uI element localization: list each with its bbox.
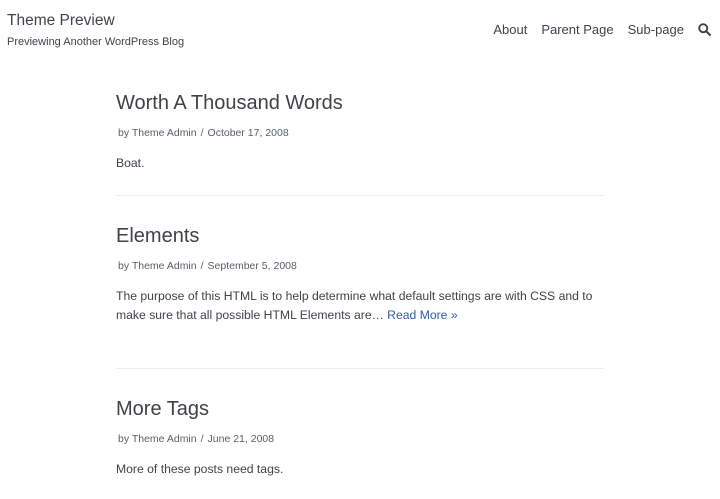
meta-separator: / (200, 127, 204, 139)
read-more-link[interactable]: Read More » (387, 308, 457, 322)
post-item: Worth A Thousand Words by Theme Admin / Oc… (116, 84, 604, 196)
post-title-link[interactable]: Elements (116, 217, 604, 255)
post-meta: by Theme Admin / September 5, 2008 (116, 258, 604, 274)
site-header: Theme Preview Previewing Another WordPre… (0, 0, 720, 60)
excerpt-text: The purpose of this HTML is to help dete… (116, 289, 593, 322)
author-link[interactable]: Theme Admin (132, 433, 197, 445)
excerpt-text: More of these posts need tags. (116, 462, 284, 476)
search-icon[interactable] (698, 23, 712, 37)
author-link[interactable]: Theme Admin (132, 127, 197, 139)
post-meta: by Theme Admin / October 17, 2008 (116, 125, 604, 141)
post-list: Worth A Thousand Words by Theme Admin / Oc… (116, 84, 604, 499)
meta-separator: / (200, 260, 204, 272)
author-prefix: by (118, 260, 130, 272)
nav-item-sub-page[interactable]: Sub-page (628, 21, 684, 39)
post-excerpt: The purpose of this HTML is to help dete… (116, 287, 604, 325)
post-item: Elements by Theme Admin / September 5, 200… (116, 217, 604, 369)
post-date: June 21, 2008 (207, 433, 275, 445)
post-excerpt: More of these posts need tags. (116, 460, 604, 479)
author-prefix: by (118, 127, 130, 139)
author-link[interactable]: Theme Admin (132, 260, 197, 272)
post-date: September 5, 2008 (207, 260, 297, 272)
nav-item-parent-page[interactable]: Parent Page (541, 21, 613, 39)
page: Theme Preview Previewing Another WordPre… (0, 0, 720, 499)
site-tagline: Previewing Another WordPress Blog (7, 36, 185, 48)
primary-nav: About Parent Page Sub-page (493, 21, 712, 39)
author-prefix: by (118, 433, 130, 445)
post-title-link[interactable]: Worth A Thousand Words (116, 84, 604, 122)
post-excerpt: Boat. (116, 154, 604, 173)
post-meta: by Theme Admin / June 21, 2008 (116, 431, 604, 447)
meta-separator: / (200, 433, 204, 445)
post-title-link[interactable]: More Tags (116, 390, 604, 428)
post-date: October 17, 2008 (207, 127, 289, 139)
post-item: More Tags by Theme Admin / June 21, 2008 M… (116, 390, 604, 499)
site-title[interactable]: Theme Preview (7, 12, 115, 30)
excerpt-text: Boat. (116, 156, 145, 170)
nav-item-about[interactable]: About (493, 21, 527, 39)
